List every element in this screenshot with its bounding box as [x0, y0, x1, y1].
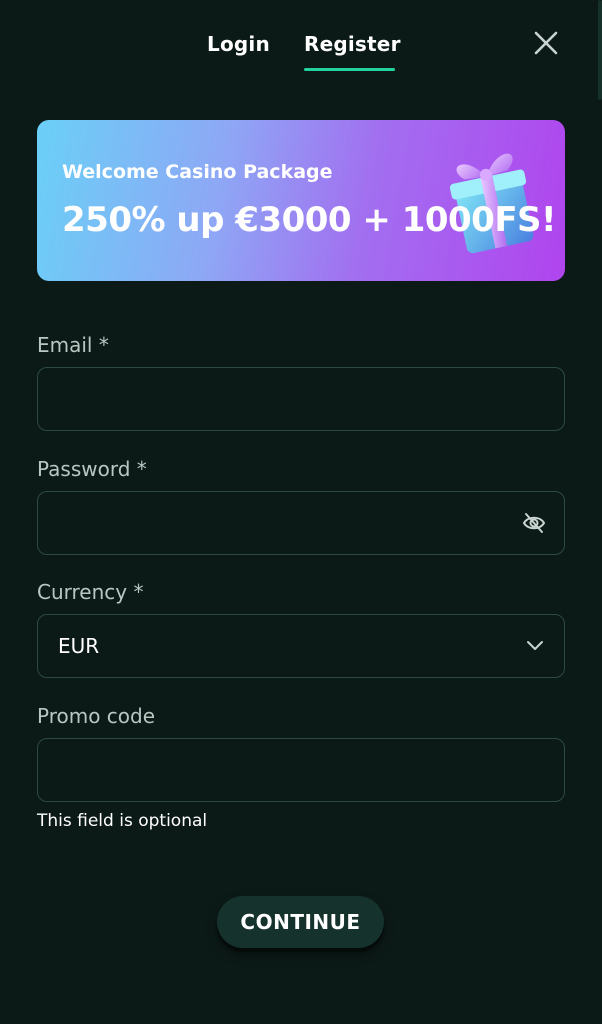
close-icon	[534, 31, 558, 55]
promo-hint: This field is optional	[37, 811, 208, 831]
continue-button[interactable]: CONTINUE	[217, 896, 384, 948]
eye-off-icon[interactable]	[522, 512, 546, 534]
banner-subtitle: Welcome Casino Package	[62, 161, 333, 183]
currency-value: EUR	[58, 634, 100, 658]
close-button[interactable]	[533, 30, 559, 56]
password-field[interactable]	[38, 492, 564, 554]
tab-register[interactable]: Register	[304, 32, 401, 56]
chevron-down-icon	[527, 641, 543, 650]
banner-title: 250% up €3000 + 1000FS!	[62, 200, 557, 240]
currency-select[interactable]: EUR	[37, 614, 565, 678]
email-field[interactable]	[38, 368, 564, 430]
active-tab-indicator	[304, 68, 395, 71]
tab-login[interactable]: Login	[207, 32, 270, 56]
gift-box-icon	[449, 153, 534, 254]
currency-label: Currency *	[37, 580, 144, 604]
email-field-wrapper	[37, 367, 565, 431]
email-label: Email *	[37, 333, 109, 357]
welcome-banner[interactable]: Welcome Casino Package 250% up €3000 + 1…	[37, 120, 565, 281]
promo-label: Promo code	[37, 704, 156, 728]
promo-code-field[interactable]	[38, 739, 564, 801]
password-label: Password *	[37, 457, 147, 481]
password-field-wrapper	[37, 491, 565, 555]
register-modal: Login Register Welcome Casino Package 25…	[0, 0, 602, 1024]
promo-field-wrapper	[37, 738, 565, 802]
auth-tabs: Login Register	[0, 32, 602, 76]
